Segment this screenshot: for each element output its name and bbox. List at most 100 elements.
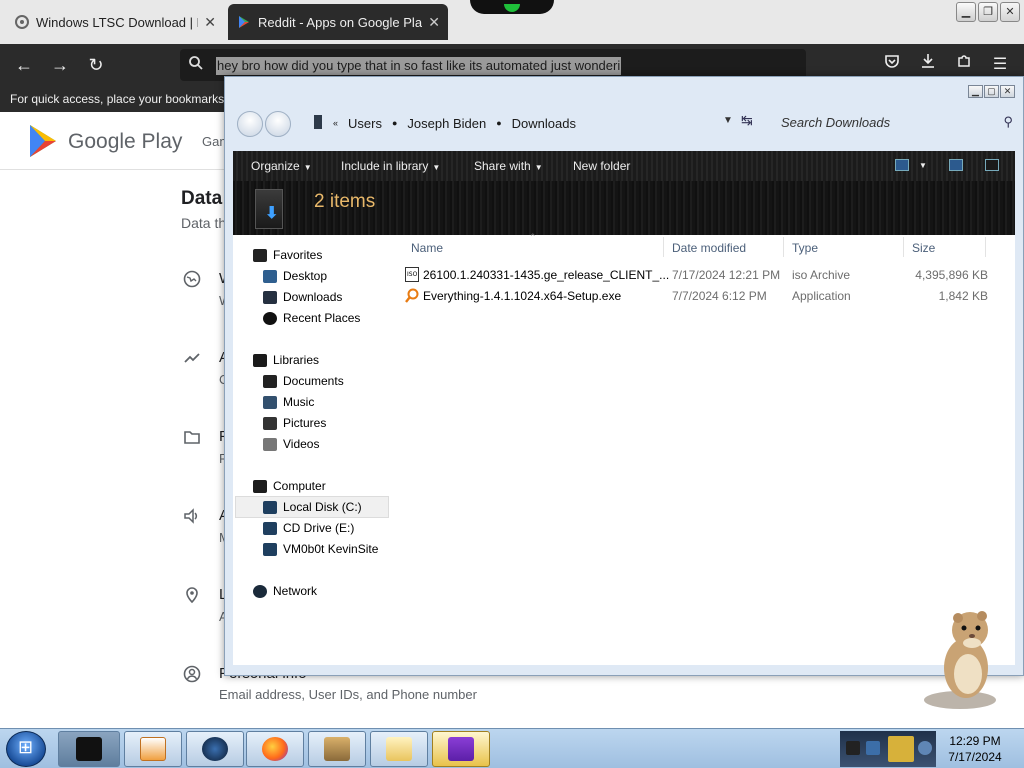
item-count: 2 items	[314, 191, 376, 212]
taskbar-item-hamster-box[interactable]	[308, 731, 366, 767]
include-in-library-menu[interactable]: Include in library ▼	[341, 159, 440, 173]
download-arrow-icon: ⬇	[265, 205, 279, 222]
browser-tab-strip: Windows LTSC Download | MAS ✕ Reddit - A…	[0, 0, 1024, 44]
share-label: Share with	[474, 159, 531, 173]
nav-computer[interactable]: Computer	[253, 476, 326, 496]
libraries-icon	[253, 353, 267, 367]
explorer-minimize-button[interactable]: ▁	[968, 85, 983, 98]
column-divider[interactable]	[985, 237, 986, 257]
explorer-command-bar: Organize ▼ Include in library ▼ Share with…	[233, 151, 1015, 181]
breadcrumb-separator-icon[interactable]: ●	[392, 118, 397, 128]
nav-favorites[interactable]: Favorites	[253, 245, 322, 265]
explorer-address-row: « Users ● Joseph Biden ● Downloads ▼ ↹ S…	[233, 103, 1017, 143]
pictures-icon	[263, 416, 277, 430]
menu-hamburger-icon[interactable]: ☰	[988, 53, 1012, 77]
taskbar-item-explorer[interactable]	[58, 731, 120, 767]
breadcrumb-separator-icon[interactable]: ●	[496, 118, 501, 128]
close-tab-icon[interactable]: ✕	[428, 14, 440, 31]
tray-network-icon[interactable]	[866, 741, 880, 755]
close-window-button[interactable]: ✕	[1000, 2, 1020, 22]
nav-network[interactable]: Network	[253, 581, 317, 601]
file-size: 4,395,896 KB	[915, 268, 988, 282]
taskbar-item-media-player[interactable]	[124, 731, 182, 767]
column-header-size[interactable]: Size	[912, 241, 935, 255]
download-icon[interactable]	[916, 53, 940, 77]
minimize-button[interactable]: ▁	[956, 2, 976, 22]
share-with-menu[interactable]: Share with ▼	[474, 159, 543, 173]
close-tab-icon[interactable]: ✕	[204, 14, 216, 31]
search-icon[interactable]: ⚲	[1003, 114, 1013, 130]
forward-button[interactable]	[265, 111, 291, 137]
file-row[interactable]: Everything-1.4.1.1024.x64-Setup.exe 7/7/…	[403, 286, 993, 306]
nav-videos[interactable]: Videos	[263, 434, 319, 454]
nav-label: CD Drive (E:)	[283, 521, 355, 535]
column-divider[interactable]	[783, 237, 784, 257]
column-header-name[interactable]: Name	[411, 241, 443, 255]
tray-volume-icon[interactable]	[918, 741, 932, 755]
person-icon	[182, 665, 202, 685]
back-button[interactable]	[237, 111, 263, 137]
nav-label: Documents	[283, 374, 344, 388]
google-play-brand[interactable]: Google Play	[68, 130, 182, 154]
nav-local-disk-c[interactable]: Local Disk (C:)	[235, 496, 389, 518]
nav-label: VM0b0t KevinSite	[283, 542, 379, 556]
taskbar-item-folder[interactable]	[370, 731, 428, 767]
documents-icon	[263, 374, 277, 388]
taskbar-item-visual-studio[interactable]	[432, 731, 490, 767]
address-input-text[interactable]: hey bro how did you type that in so fast…	[216, 57, 622, 75]
help-icon[interactable]	[985, 159, 999, 171]
breadcrumb-downloads[interactable]: Downloads	[512, 116, 576, 131]
restore-button[interactable]: ❐	[978, 2, 998, 22]
organize-menu[interactable]: Organize ▼	[251, 159, 312, 173]
explorer-maximize-button[interactable]: ▢	[984, 85, 999, 98]
new-folder-button[interactable]: New folder	[573, 159, 630, 173]
breadcrumb-users[interactable]: Users	[348, 116, 382, 131]
column-header-date[interactable]: Date modified	[672, 241, 746, 255]
nav-pictures[interactable]: Pictures	[263, 413, 326, 433]
search-box[interactable]: Search Downloads ⚲	[781, 109, 1017, 137]
extensions-icon[interactable]	[952, 53, 976, 77]
refresh-icon[interactable]: ↹	[741, 112, 753, 129]
nav-label: Videos	[283, 437, 320, 451]
hamster-desktop-pet[interactable]	[920, 602, 1010, 712]
chevron-down-icon[interactable]: ▼	[919, 161, 927, 170]
reload-icon[interactable]: ↻	[84, 53, 108, 77]
tray-arrow-icon[interactable]	[846, 741, 860, 755]
recent-places-icon	[263, 311, 277, 325]
navigation-pane: Favorites Desktop Downloads Recent Place…	[233, 235, 401, 665]
taskbar-clock[interactable]: 12:29 PM 7/17/2024	[940, 733, 1010, 765]
data-safety-title: Data	[181, 188, 223, 209]
nav-desktop[interactable]: Desktop	[263, 266, 327, 286]
preview-pane-icon[interactable]	[949, 159, 963, 171]
column-divider[interactable]	[663, 237, 664, 257]
nav-music[interactable]: Music	[263, 392, 314, 412]
column-divider[interactable]	[903, 237, 904, 257]
nav-label: Favorites	[273, 248, 323, 262]
nav-cd-drive-e[interactable]: CD Drive (E:)	[263, 518, 354, 538]
tab-reddit-google-play[interactable]: Reddit - Apps on Google Play ✕	[228, 4, 448, 40]
column-header-type[interactable]: Type	[792, 241, 818, 255]
address-dropdown-icon[interactable]: ▼	[723, 115, 733, 126]
music-icon	[263, 395, 277, 409]
breadcrumb-overflow-icon[interactable]: «	[333, 118, 338, 128]
tab-windows-ltsc[interactable]: Windows LTSC Download | MAS ✕	[6, 4, 224, 40]
google-play-logo-icon[interactable]	[28, 124, 58, 161]
nav-documents[interactable]: Documents	[263, 371, 344, 391]
start-button[interactable]	[6, 731, 46, 767]
forward-arrow-icon[interactable]: →	[48, 53, 72, 77]
google-play-favicon-icon	[236, 14, 252, 30]
file-row[interactable]: ISO 26100.1.240331-1435.ge_release_CLIEN…	[403, 265, 993, 285]
nav-downloads[interactable]: Downloads	[263, 287, 342, 307]
breadcrumb-user[interactable]: Joseph Biden	[407, 116, 486, 131]
taskbar-item-firefox[interactable]	[246, 731, 304, 767]
pocket-icon[interactable]	[880, 53, 904, 77]
back-arrow-icon[interactable]: ←	[12, 53, 36, 77]
taskbar-item-dark-app[interactable]	[186, 731, 244, 767]
nav-recent-places[interactable]: Recent Places	[263, 308, 360, 328]
nav-libraries[interactable]: Libraries	[253, 350, 319, 370]
nav-network-share[interactable]: VM0b0t KevinSite	[263, 539, 378, 559]
hard-drive-icon	[263, 500, 277, 514]
view-options-icon[interactable]	[895, 159, 909, 171]
explorer-close-button[interactable]: ✕	[1000, 85, 1015, 98]
tray-display-icon[interactable]	[888, 736, 914, 762]
